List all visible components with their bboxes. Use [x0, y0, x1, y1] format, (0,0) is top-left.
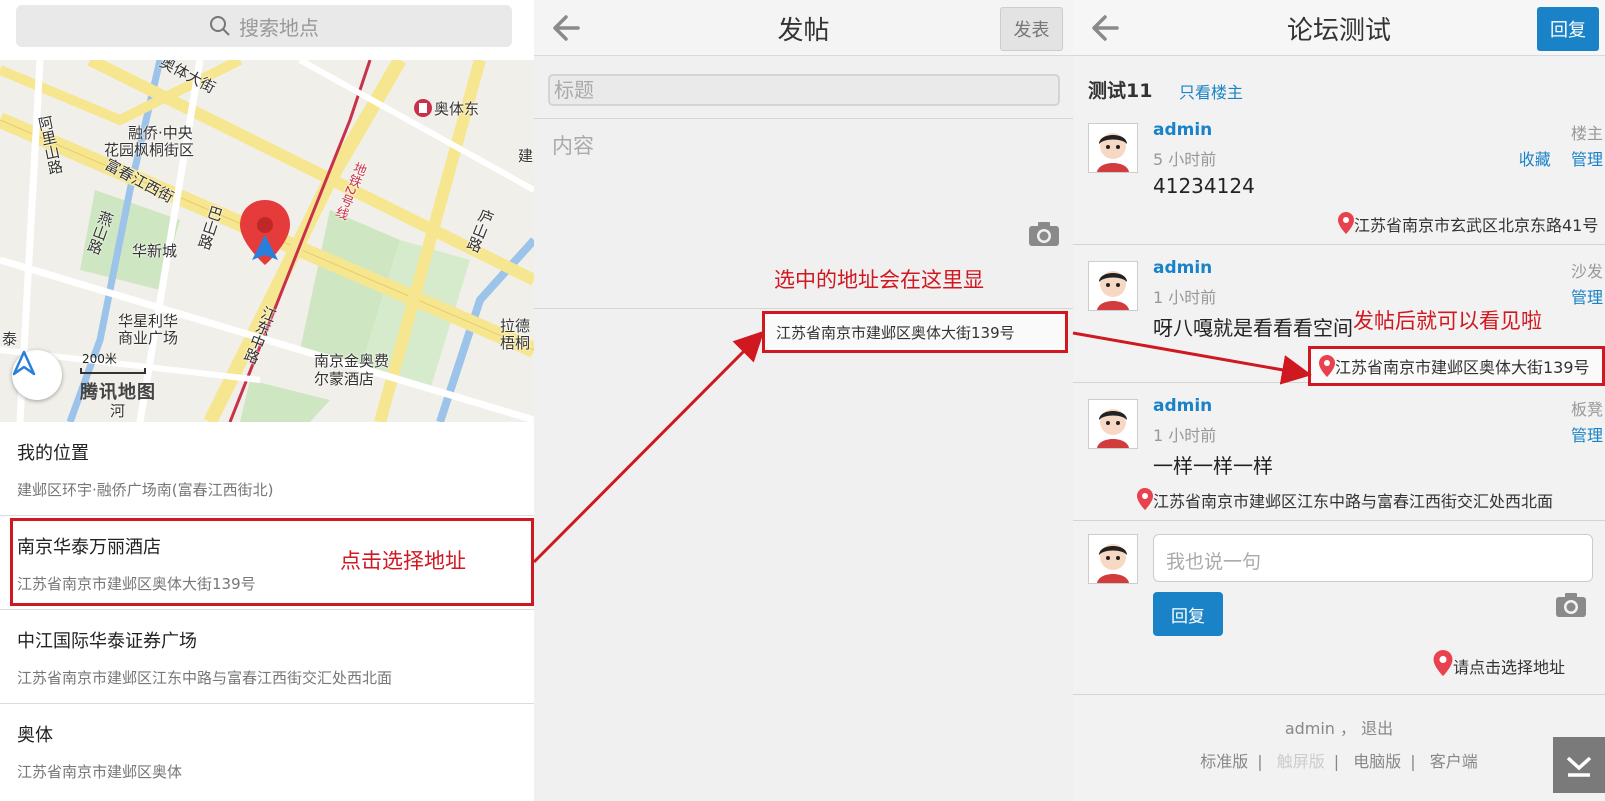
footer-separator: ， [1340, 719, 1357, 738]
post-author[interactable]: admin [1153, 258, 1212, 278]
divider [1073, 244, 1605, 245]
avatar[interactable] [1088, 261, 1138, 311]
floor-label: 沙发 [1570, 262, 1603, 281]
locate-me-button[interactable] [12, 350, 62, 400]
poi-item[interactable]: 中江国际华泰证券广场 江苏省南京市建邺区江东中路与富春江西街交汇处西北面 [0, 610, 534, 704]
map-label: 奥体东 [434, 100, 480, 118]
map-brand-logo: 腾讯地图 [80, 382, 156, 403]
post-time: 1 小时前 [1153, 288, 1217, 307]
choose-address-link[interactable]: 请点击选择地址 [1433, 650, 1565, 678]
post-location: 江苏省南京市建邺区奥体大街139号 [1335, 358, 1590, 377]
client-link[interactable]: 客户端 [1430, 752, 1478, 771]
scroll-bottom-button[interactable] [1553, 737, 1605, 793]
reply-button[interactable]: 回复 [1537, 7, 1599, 51]
new-post-panel: 发帖 发表 标题 内容 选中的地址会在这里显 江苏省南京市建邺区奥体大街139号 [534, 0, 1073, 801]
thread-panel: 论坛测试 回复 测试11 只看楼主 admin 5 小时前 41234124 楼… [1073, 0, 1605, 801]
footer-version-links: 标准版 | 触屏版 | 电脑版 | 客户端 [1200, 752, 1478, 771]
chevron-down-icon [1566, 756, 1592, 777]
map-label: 尔蒙酒店 [314, 370, 375, 388]
post-time: 1 小时前 [1153, 426, 1217, 445]
search-icon [210, 16, 230, 36]
manage-link[interactable]: 管理 [1571, 150, 1603, 169]
floor-label: 板凳 [1570, 400, 1603, 419]
desktop-version-link[interactable]: 电脑版 [1353, 752, 1401, 771]
favorite-link[interactable]: 收藏 [1519, 150, 1551, 169]
post-author[interactable]: admin [1153, 120, 1212, 140]
camera-icon[interactable] [1028, 221, 1060, 247]
post-location-highlight[interactable]: 江苏省南京市建邺区奥体大街139号 [1308, 346, 1605, 386]
user-avatar-icon [1089, 535, 1137, 583]
footer-user-row: admin ， 退出 [1073, 715, 1605, 739]
annotation-click-select: 点击选择地址 [340, 549, 466, 573]
location-pin-icon [1137, 488, 1153, 510]
standard-version-link[interactable]: 标准版 [1200, 752, 1248, 771]
logout-link[interactable]: 退出 [1361, 719, 1393, 738]
manage-link[interactable]: 管理 [1571, 426, 1603, 445]
map-label: 商业广场 [118, 329, 179, 347]
divider [534, 308, 1073, 309]
poi-address: 建邺区环宇·融侨广场南(富春江西街北) [17, 481, 274, 499]
content-input[interactable]: 内容 [552, 130, 594, 160]
post-location[interactable]: 江苏省南京市建邺区江东中路与富春江西街交汇处西北面 [1137, 488, 1553, 512]
avatar [1088, 534, 1138, 584]
map-label: 建 [518, 147, 534, 165]
poi-list: 我的位置 建邺区环宇·融侨广场南(富春江西街北) 南京华泰万丽酒店 江苏省南京市… [0, 422, 534, 798]
selected-address: 江苏省南京市建邺区奥体大街139号 [776, 323, 1015, 342]
touch-version-link[interactable]: 触屏版 [1277, 752, 1325, 771]
avatar[interactable] [1088, 123, 1138, 173]
reply-input[interactable]: 我也说一句 [1153, 534, 1593, 582]
post-location[interactable]: 江苏省南京市玄武区北京东路41号 [1338, 212, 1598, 236]
location-pin-icon [1338, 212, 1354, 234]
divider [534, 118, 1073, 119]
search-input[interactable]: 搜索地点 [16, 5, 512, 47]
divider [1073, 520, 1605, 521]
selected-address-box[interactable]: 江苏省南京市建邺区奥体大街139号 [762, 311, 1068, 353]
camera-icon[interactable] [1555, 592, 1587, 618]
poi-address: 江苏省南京市建邺区奥体 [17, 763, 183, 781]
poi-item[interactable]: 奥体 江苏省南京市建邺区奥体 [0, 704, 534, 798]
submit-reply-button[interactable]: 回复 [1153, 592, 1223, 636]
map-label: 梧桐 [500, 334, 531, 352]
location-picker-panel: 搜索地点 奥体大街 奥体东 阿里山路 融侨·中央 花园枫桐街区 富春江西街 燕山… [0, 0, 534, 801]
poi-name: 中江国际华泰证券广场 [17, 631, 197, 652]
map-view[interactable]: 奥体大街 奥体东 阿里山路 融侨·中央 花园枫桐街区 富春江西街 燕山路 华新城… [0, 60, 534, 422]
location-pin-icon [1433, 650, 1453, 676]
top-nav: 论坛测试 回复 [1073, 0, 1605, 56]
only-op-link[interactable]: 只看楼主 [1179, 79, 1243, 103]
manage-link[interactable]: 管理 [1571, 288, 1603, 307]
floor-label: 楼主 [1570, 124, 1603, 143]
user-avatar-icon [1089, 400, 1137, 448]
post-body: 41234124 [1153, 174, 1255, 198]
publish-button[interactable]: 发表 [1000, 7, 1063, 51]
poi-item[interactable]: 我的位置 建邺区环宇·融侨广场南(富春江西街北) [0, 422, 534, 516]
location-pin-icon [1319, 355, 1335, 377]
page-title: 发帖 [777, 16, 830, 46]
divider [1073, 694, 1605, 695]
annotation-visible-after-post: 发帖后就可以看见啦 [1353, 309, 1542, 333]
map-scale-label: 200米 [82, 352, 117, 366]
poi-address: 江苏省南京市建邺区江东中路与富春江西街交汇处西北面 [17, 669, 393, 687]
top-nav: 发帖 发表 [534, 0, 1073, 56]
title-input[interactable]: 标题 [548, 74, 1060, 106]
footer-username[interactable]: admin [1285, 719, 1335, 738]
post-time: 5 小时前 [1153, 150, 1217, 169]
poi-name: 奥体 [17, 725, 53, 746]
search-placeholder: 搜索地点 [239, 15, 319, 40]
thread-title: 测试11 [1088, 80, 1153, 102]
annotation-address-shown: 选中的地址会在这里显 [774, 268, 984, 292]
map-scale-bar [80, 368, 146, 374]
avatar[interactable] [1088, 399, 1138, 449]
map-label: 泰 [2, 330, 18, 348]
poi-name: 我的位置 [17, 443, 89, 464]
user-avatar-icon [1089, 124, 1137, 172]
page-title: 论坛测试 [1286, 16, 1391, 46]
map-label: 华新城 [132, 242, 178, 260]
post: admin 5 小时前 41234124 楼主 收藏 管理 江苏省南京市玄武区北… [1073, 120, 1605, 248]
navigation-arrow-icon [12, 350, 36, 376]
user-avatar-icon [1089, 262, 1137, 310]
post-body: 呀八嘎就是看看看空间 [1153, 316, 1353, 340]
post: admin 1 小时前 一样一样一样 板凳 管理 江苏省南京市建邺区江东中路与富… [1073, 396, 1605, 524]
post-body: 一样一样一样 [1153, 454, 1273, 478]
post-author[interactable]: admin [1153, 396, 1212, 416]
